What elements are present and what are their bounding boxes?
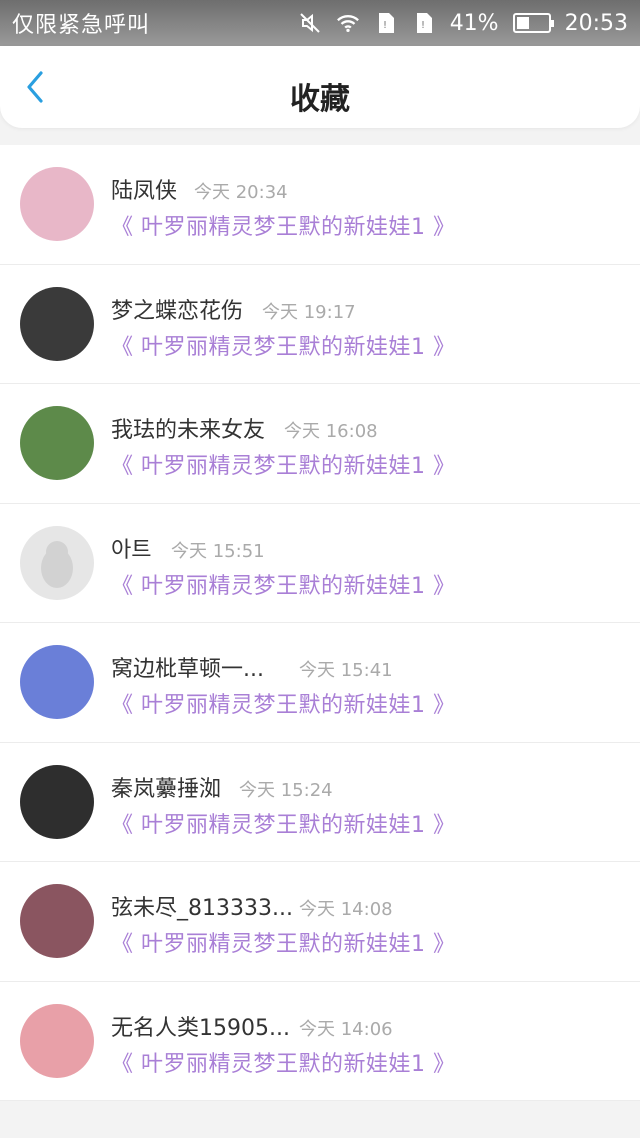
avatar[interactable]	[20, 406, 94, 480]
post-title-link[interactable]: 《 叶罗丽精灵梦王默的新娃娃1 》	[111, 329, 456, 361]
user-name[interactable]: 无名人类15905...	[111, 1010, 290, 1042]
post-title-link[interactable]: 《 叶罗丽精灵梦王默的新娃娃1 》	[111, 448, 456, 480]
user-name[interactable]: 我珐的未来女友	[111, 412, 265, 444]
post-title-link[interactable]: 《 叶罗丽精灵梦王默的新娃娃1 》	[111, 568, 456, 600]
wifi-icon	[336, 11, 360, 35]
favorite-item[interactable]: 无名人类15905... 今天 14:06 《 叶罗丽精灵梦王默的新娃娃1 》	[0, 982, 640, 1101]
timestamp: 今天 15:41	[299, 660, 393, 681]
sim-icon-2: !	[412, 11, 436, 35]
post-title-link[interactable]: 《 叶罗丽精灵梦王默的新娃娃1 》	[111, 209, 456, 241]
favorite-item[interactable]: 秦岚虆捶洳 今天 15:24 《 叶罗丽精灵梦王默的新娃娃1 》	[0, 743, 640, 862]
default-avatar-icon[interactable]	[20, 525, 94, 600]
battery-fill	[516, 17, 529, 29]
post-title-link[interactable]: 《 叶罗丽精灵梦王默的新娃娃1 》	[111, 1046, 456, 1078]
post-title-link[interactable]: 《 叶罗丽精灵梦王默的新娃娃1 》	[111, 687, 456, 719]
svg-text:!: !	[383, 20, 387, 31]
avatar[interactable]	[20, 884, 94, 958]
favorite-item[interactable]: 弦未尽_813333... 今天 14:08 《 叶罗丽精灵梦王默的新娃娃1 》	[0, 862, 640, 982]
mute-icon	[298, 11, 322, 35]
svg-text:!: !	[421, 20, 425, 31]
user-name[interactable]: 梦之蝶恋花伤	[111, 293, 243, 325]
user-name[interactable]: 秦岚虆捶洳	[111, 771, 221, 803]
favorite-item[interactable]: 窝边枇草顿一... 今天 15:41 《 叶罗丽精灵梦王默的新娃娃1 》	[0, 623, 640, 743]
avatar[interactable]	[20, 286, 94, 361]
status-bar: 仅限紧急呼叫 ! ! 41% 20:53	[0, 0, 640, 46]
timestamp: 今天 16:08	[284, 421, 378, 442]
carrier-text: 仅限紧急呼叫	[12, 13, 151, 38]
timestamp: 今天 19:17	[262, 301, 356, 323]
favorite-item[interactable]: 我珐的未来女友 今天 16:08 《 叶罗丽精灵梦王默的新娃娃1 》	[0, 384, 640, 504]
avatar[interactable]	[20, 1003, 94, 1078]
user-name[interactable]: 弦未尽_813333...	[111, 890, 293, 922]
timestamp: 今天 14:08	[299, 899, 393, 920]
timestamp: 今天 14:06	[299, 1018, 393, 1040]
battery-percent: 41%	[449, 10, 499, 36]
post-title-link[interactable]: 《 叶罗丽精灵梦王默的新娃娃1 》	[111, 807, 456, 839]
user-name[interactable]: 陆凤侠	[111, 173, 177, 205]
timestamp: 今天 15:24	[239, 779, 333, 801]
page-title: 收藏	[290, 82, 350, 117]
sim-icon: !	[374, 11, 398, 35]
timestamp: 今天 20:34	[194, 182, 288, 203]
user-name[interactable]: 아트	[111, 532, 151, 564]
favorites-list: 陆凤侠 今天 20:34 《 叶罗丽精灵梦王默的新娃娃1 》梦之蝶恋花伤 今天 19:…	[0, 145, 640, 1101]
avatar[interactable]	[20, 764, 94, 839]
battery-icon	[512, 13, 554, 33]
favorite-item[interactable]: 아트 今天 15:51 《 叶罗丽精灵梦王默的新娃娃1 》	[0, 504, 640, 623]
app-header: 收藏	[0, 46, 640, 128]
favorite-item[interactable]: 梦之蝶恋花伤 今天 19:17 《 叶罗丽精灵梦王默的新娃娃1 》	[0, 265, 640, 384]
avatar[interactable]	[20, 645, 94, 719]
avatar[interactable]	[20, 167, 94, 241]
user-name[interactable]: 窝边枇草顿一...	[111, 651, 264, 683]
timestamp: 今天 15:51	[171, 540, 265, 562]
favorite-item[interactable]: 陆凤侠 今天 20:34 《 叶罗丽精灵梦王默的新娃娃1 》	[0, 145, 640, 265]
post-title-link[interactable]: 《 叶罗丽精灵梦王默的新娃娃1 》	[111, 926, 456, 958]
clock: 20:53	[564, 10, 628, 36]
